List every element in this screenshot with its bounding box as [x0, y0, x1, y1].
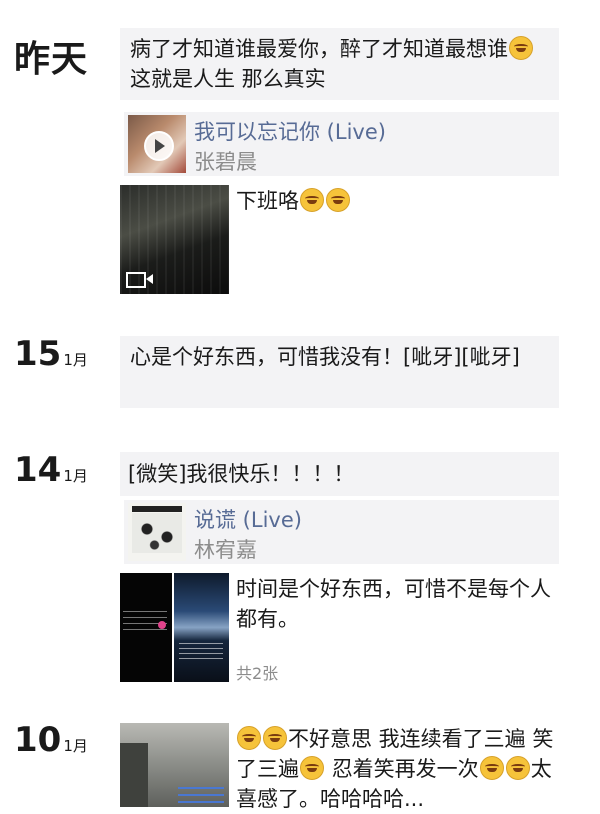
music-artist: 林宥嘉	[194, 538, 257, 562]
video-overlay-text	[178, 787, 224, 803]
date-day: 15	[14, 334, 62, 374]
laughing-crying-emoji-icon	[300, 756, 324, 780]
play-icon[interactable]	[144, 131, 174, 161]
date-14-jan: 14 1月	[14, 450, 88, 490]
post-text-b: 忍着笑再发一次	[331, 757, 479, 781]
date-month: 1月	[63, 737, 88, 755]
video-caption: 下班咯	[236, 189, 299, 213]
post-text-box[interactable]: [微笑]我很快乐！！！！	[120, 452, 559, 496]
heart-icon	[158, 621, 166, 629]
photo-text-lines	[179, 643, 223, 661]
photo-count: 共2张	[236, 664, 279, 683]
album-cover	[128, 115, 186, 173]
date-yesterday: 昨天	[14, 39, 89, 80]
date-15-jan: 15 1月	[14, 334, 88, 374]
post-text: [微笑]我很快乐！！！！	[128, 462, 355, 486]
post-text: 病了才知道谁最爱你，醉了才知道最想谁	[130, 37, 508, 61]
music-title[interactable]: 我可以忘记你 (Live)	[194, 116, 386, 146]
music-card[interactable]: 我可以忘记你 (Live) 张碧晨	[124, 112, 559, 176]
music-artist: 张碧晨	[194, 150, 257, 174]
album-art-band	[132, 506, 182, 512]
date-month: 1月	[63, 351, 88, 369]
photo-caption: 时间是个好东西，可惜不是每个人都有。	[236, 577, 551, 631]
photo-thumbnail-1[interactable]	[120, 573, 172, 682]
post-text-block: 不好意思 我连续看了三遍 笑了三遍 忍着笑再发一次 太喜感了。哈哈哈哈...	[236, 724, 556, 814]
laughing-crying-emoji-icon	[326, 188, 350, 212]
laughing-crying-emoji-icon	[300, 188, 324, 212]
video-thumbnail[interactable]	[120, 723, 229, 807]
post-text: 心是个好东西，可惜我没有！[呲牙][呲牙]	[130, 345, 520, 369]
date-10-jan: 10 1月	[14, 720, 88, 760]
laughing-crying-emoji-icon	[509, 36, 533, 60]
photo-thumbnail-2[interactable]	[174, 573, 229, 682]
laughing-crying-emoji-icon	[263, 726, 287, 750]
music-title[interactable]: 说谎 (Live)	[194, 504, 302, 534]
music-card[interactable]: 说谎 (Live) 林宥嘉	[124, 500, 559, 564]
laughing-crying-emoji-icon	[237, 726, 261, 750]
date-day: 10	[14, 720, 62, 760]
tree-silhouette	[120, 743, 148, 807]
smirk-emoji-icon	[505, 756, 530, 780]
album-cover	[128, 503, 186, 561]
post-text-tail: 这就是人生 那么真实	[130, 67, 326, 91]
video-caption-line: 下班咯	[236, 186, 351, 216]
video-thumbnail[interactable]	[120, 185, 229, 294]
video-camera-icon	[126, 272, 153, 288]
post-text-box[interactable]: 病了才知道谁最爱你，醉了才知道最想谁 这就是人生 那么真实	[120, 28, 559, 100]
date-month: 1月	[63, 467, 88, 485]
post-text-box[interactable]: 心是个好东西，可惜我没有！[呲牙][呲牙]	[120, 336, 559, 408]
smirk-emoji-icon	[479, 756, 504, 780]
album-art-pattern	[132, 513, 182, 553]
date-day: 14	[14, 450, 62, 490]
